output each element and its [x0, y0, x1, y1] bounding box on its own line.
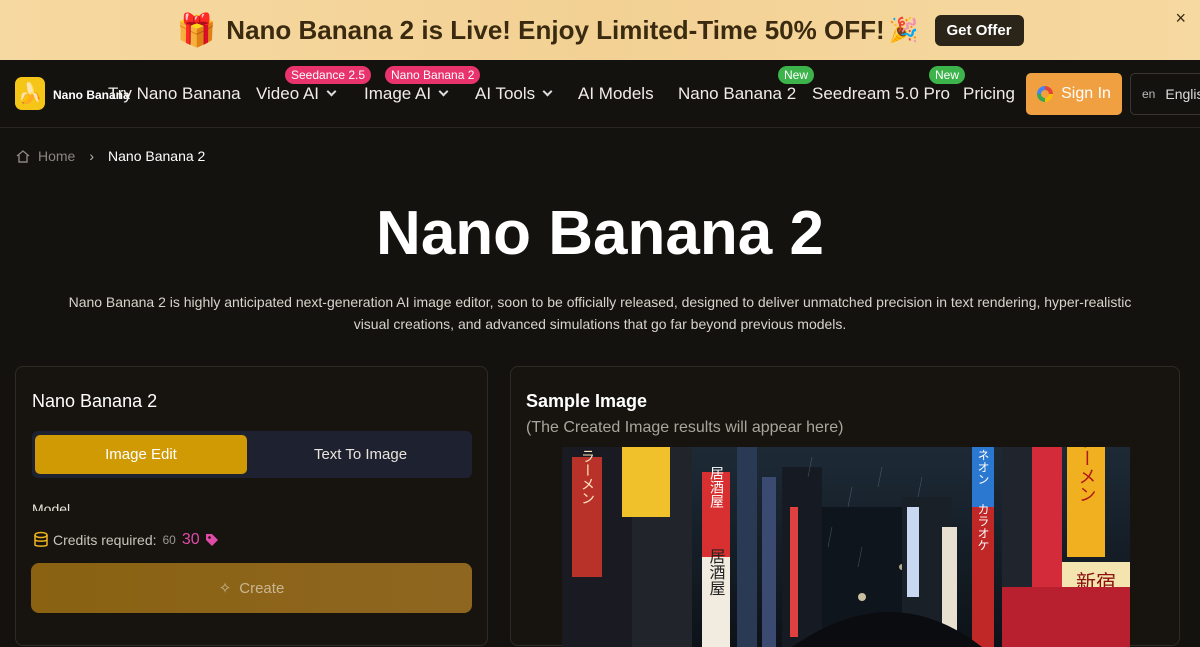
model-label: Model: [32, 501, 71, 511]
svg-text:カラオケ: カラオケ: [976, 503, 990, 551]
nav-item-seedream[interactable]: Seedream 5.0 Pro: [812, 84, 950, 104]
create-label: Create: [239, 579, 285, 597]
editor-title: Nano Banana 2: [32, 391, 158, 411]
credits-old-value: 60: [162, 533, 176, 547]
page-title: Nano Banana 2: [376, 199, 824, 268]
promo-banner: 🎁 Nano Banana 2 is Live! Enjoy Limited-T…: [0, 0, 1200, 60]
nav-badge-new: New: [929, 66, 966, 84]
breadcrumb-current: Nano Banana 2: [108, 148, 206, 164]
nav-badge-seedance: Seedance 2.5: [285, 66, 372, 84]
sample-title: Sample Image: [526, 391, 648, 411]
chevron-down-icon: [542, 86, 553, 97]
nav-badge-nano-banana-2: Nano Banana 2: [385, 66, 481, 84]
get-offer-button[interactable]: Get Offer: [934, 14, 1024, 46]
nav-item-video-ai[interactable]: Video AI: [256, 84, 337, 104]
language-selector[interactable]: en Englis: [1130, 73, 1200, 115]
sparkle-icon: ✧: [218, 580, 232, 597]
credits-new-value: 30: [181, 531, 200, 548]
home-icon: [16, 149, 30, 163]
chevron-right-icon: ›: [89, 148, 95, 164]
nav-item-label: Video AI: [256, 84, 320, 103]
svg-text:居酒屋: 居酒屋: [707, 548, 726, 596]
tab-text-to-image[interactable]: Text To Image: [252, 435, 469, 474]
chevron-down-icon: [326, 86, 337, 97]
nav-item-pricing[interactable]: Pricing: [963, 84, 1015, 104]
banana-logo-icon[interactable]: 🍌: [15, 77, 45, 110]
nav-item-try-nano-banana[interactable]: Try Nano Banana: [108, 84, 241, 104]
gift-icon: 🎁: [176, 12, 217, 48]
sample-panel: Sample Image (The Created Image results …: [510, 366, 1180, 647]
google-icon: [1037, 86, 1054, 102]
breadcrumb: Home › Nano Banana 2: [16, 148, 205, 164]
nav-item-ai-models[interactable]: AI Models: [578, 84, 654, 104]
sign-in-button[interactable]: Sign In: [1026, 73, 1122, 115]
create-button[interactable]: ✧ Create: [31, 563, 472, 613]
nav-item-label: Image AI: [364, 84, 432, 103]
credits-info: Credits required: 60 30: [34, 531, 219, 549]
svg-text:ラーメン: ラーメン: [579, 449, 595, 505]
sample-subtitle: (The Created Image results will appear h…: [526, 419, 844, 436]
nav-item-label: AI Tools: [475, 84, 536, 103]
sample-image: ラーメン 居酒屋 居酒屋 ネオン カラオケ ラーメン 新宿: [562, 447, 1130, 647]
nav-item-nano-banana-2[interactable]: Nano Banana 2: [678, 84, 796, 104]
promo-text: Nano Banana 2 is Live! Enjoy Limited-Tim…: [226, 14, 885, 45]
nav-item-image-ai[interactable]: Image AI: [364, 84, 449, 104]
nav-item-ai-tools[interactable]: AI Tools: [475, 84, 553, 104]
nav-badge-new: New: [778, 66, 815, 84]
close-icon[interactable]: ×: [1175, 8, 1186, 29]
tab-image-edit[interactable]: Image Edit: [35, 435, 247, 474]
party-popper-icon: 🎉: [888, 16, 919, 44]
mode-toggle: Image Edit Text To Image: [32, 431, 472, 478]
editor-panel: Nano Banana 2 Image Edit Text To Image M…: [15, 366, 488, 646]
breadcrumb-home-link[interactable]: Home: [38, 148, 75, 164]
svg-text:ネオン: ネオン: [976, 449, 990, 485]
chevron-down-icon: [438, 86, 449, 97]
svg-text:居酒屋: 居酒屋: [708, 466, 724, 509]
language-label: Englis: [1165, 86, 1200, 102]
tag-icon: [205, 534, 218, 546]
svg-text:ラーメン: ラーメン: [1076, 447, 1097, 503]
sign-in-label: Sign In: [1061, 85, 1111, 102]
language-code: en: [1142, 87, 1156, 101]
page-description: Nano Banana 2 is highly anticipated next…: [68, 294, 1132, 332]
coins-icon: [34, 531, 48, 547]
neon-street-image: ラーメン 居酒屋 居酒屋 ネオン カラオケ ラーメン 新宿: [562, 447, 1130, 647]
credits-label: Credits required:: [53, 532, 157, 548]
